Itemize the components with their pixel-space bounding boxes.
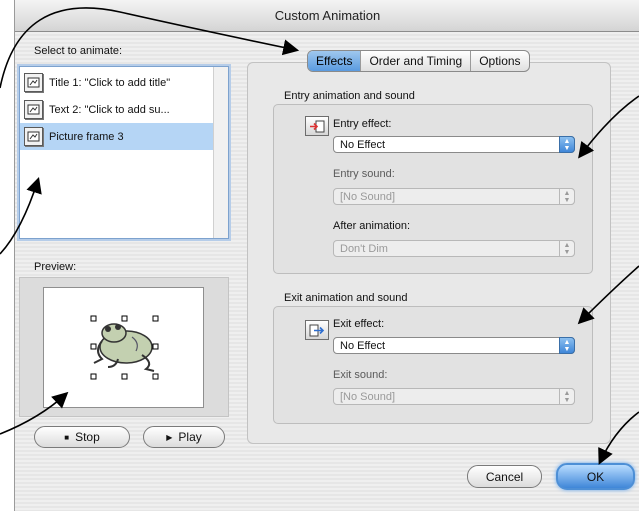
chevron-updown-icon: ▲ ▼ [559,188,575,205]
chevron-updown-icon: ▲ ▼ [559,337,575,354]
tab-bar: Effects Order and Timing Options [307,50,530,72]
frog-picture [90,315,159,380]
select-to-animate-label: Select to animate: [34,45,123,57]
chevron-updown-icon: ▲ ▼ [559,136,575,153]
stop-icon: ■ [64,432,70,442]
list-item-title[interactable]: Title 1: "Click to add title" [20,69,213,96]
entry-effect-select[interactable]: No Effect ▲ ▼ [333,136,575,153]
exit-sound-value: [No Sound] [340,391,396,403]
stop-button[interactable]: ■ Stop [34,426,130,448]
preview-label: Preview: [34,261,77,273]
after-animation-label: After animation: [333,220,411,232]
exit-sound-label: Exit sound: [333,369,388,381]
tab-order-and-timing[interactable]: Order and Timing [361,51,472,71]
entry-sound-label: Entry sound: [333,168,395,180]
list-item-label: Title 1: "Click to add title" [49,76,171,89]
list-scrollbar[interactable] [213,67,228,238]
entry-sound-value: [No Sound] [340,191,396,203]
chevron-updown-icon: ▲ ▼ [559,240,575,257]
stop-button-label: Stop [75,430,100,444]
list-item-label: Picture frame 3 [49,130,124,143]
list-item-label: Text 2: "Click to add su... [49,103,170,116]
cancel-button[interactable]: Cancel [467,465,542,488]
play-button[interactable]: ▶ Play [143,426,225,448]
exit-sound-select[interactable]: [No Sound] ▲ ▼ [333,388,575,405]
window-title: Custom Animation [15,0,639,32]
entry-effect-icon [305,116,329,136]
exit-effect-label: Exit effect: [333,318,385,330]
list-item-text[interactable]: Text 2: "Click to add su... [20,96,213,123]
exit-group-title: Exit animation and sound [284,292,408,304]
play-button-label: Play [178,430,202,444]
exit-effect-value: No Effect [340,340,386,352]
entry-sound-select[interactable]: [No Sound] ▲ ▼ [333,188,575,205]
chevron-updown-icon: ▲ ▼ [559,388,575,405]
play-icon: ▶ [166,432,173,442]
entry-effect-label: Entry effect: [333,118,392,130]
entry-effect-value: No Effect [340,139,386,151]
entry-group-title: Entry animation and sound [284,90,415,102]
animation-object-icon [24,73,43,92]
after-animation-value: Don't Dim [340,243,388,255]
preview-slide [43,287,204,408]
animation-object-icon [24,127,43,146]
after-animation-select[interactable]: Don't Dim ▲ ▼ [333,240,575,257]
tab-options[interactable]: Options [471,51,528,71]
exit-effect-icon [305,320,329,340]
ok-button[interactable]: OK [556,463,635,490]
animate-object-list[interactable]: Title 1: "Click to add title" Text 2: "C… [19,66,229,239]
exit-effect-select[interactable]: No Effect ▲ ▼ [333,337,575,354]
tab-effects[interactable]: Effects [308,51,362,71]
list-item-picture-frame[interactable]: Picture frame 3 [20,123,213,150]
animation-object-icon [24,100,43,119]
